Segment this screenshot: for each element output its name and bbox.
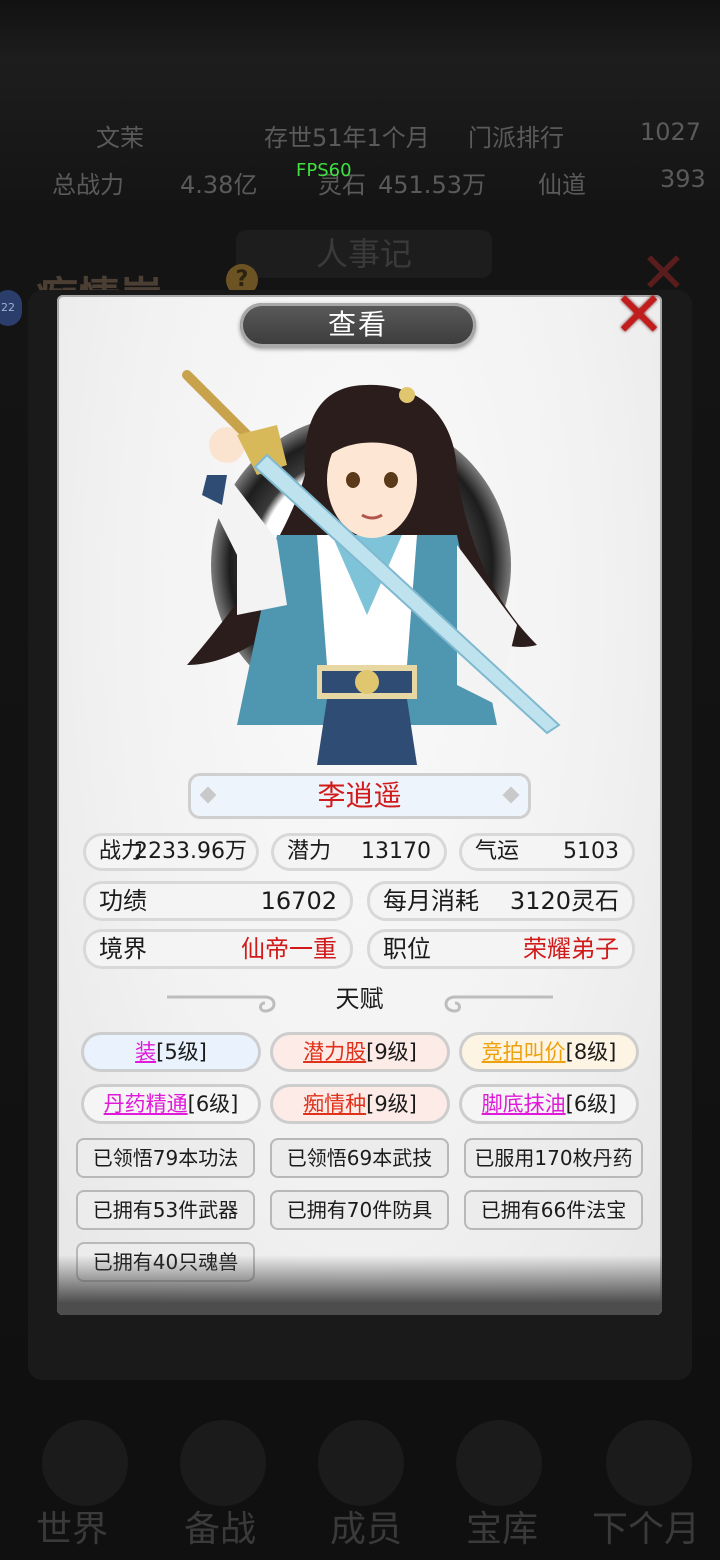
position-label: 职位 (383, 935, 431, 963)
character-view-dialog: 查看 李逍遥 战力 2233.96万 潜力 13170 气运 5103 功绩 1… (57, 295, 662, 1315)
character-name: 李逍遥 (188, 773, 531, 819)
bottom-cloud-ornament (57, 1255, 662, 1315)
merit-stat: 功绩 16702 (83, 881, 353, 921)
bg-power-value: 4.38亿 (180, 171, 258, 199)
monthly-cost-stat: 每月消耗 3120灵石 (367, 881, 635, 921)
bg-dao-label: 仙道 (538, 171, 586, 199)
bg-stone-value: 451.53万 (378, 171, 486, 199)
luck-value: 5103 (563, 839, 619, 864)
position-value: 荣耀弟子 (523, 935, 619, 963)
talent-1-name: 潜力股 (303, 1040, 367, 1064)
potential-stat: 潜力 13170 (271, 833, 447, 871)
potential-value: 13170 (361, 839, 431, 864)
left-diamond-ornament (199, 786, 217, 804)
talent-3-level: [6级] (187, 1092, 239, 1116)
bg-center-title: 人事记 (236, 230, 492, 278)
nav-treasury: 宝库 (466, 1509, 539, 1550)
talent-3-name: 丹药精通 (103, 1092, 188, 1116)
talent-title: 天赋 (335, 985, 384, 1013)
talent-4-level: [9级] (366, 1092, 417, 1116)
record-weapons: 已拥有53件武器 (76, 1190, 255, 1230)
talent-1[interactable]: 潜力股[9级] (270, 1032, 450, 1072)
talent-4[interactable]: 痴情种[9级] (270, 1084, 450, 1124)
talent-3[interactable]: 丹药精通[6级] (81, 1084, 261, 1124)
talent-2-level: [8级] (565, 1040, 617, 1064)
luck-stat: 气运 5103 (459, 833, 635, 871)
prepare-nav-icon (180, 1420, 266, 1506)
nav-members: 成员 (330, 1509, 403, 1550)
bg-age: 存世51年1个月 (264, 124, 430, 152)
realm-label: 境界 (99, 935, 147, 963)
monthly-cost-value: 3120灵石 (509, 887, 619, 915)
nav-prepare: 备战 (184, 1509, 257, 1550)
right-diamond-ornament (502, 786, 520, 804)
luck-label: 气运 (475, 839, 520, 864)
talent-2-name: 竞拍叫价 (481, 1040, 566, 1064)
world-nav-icon (42, 1420, 128, 1506)
character-portrait (182, 370, 561, 765)
dialog-title: 查看 (240, 303, 476, 347)
nav-next-month: 下个月 (592, 1509, 701, 1550)
close-icon[interactable]: ✕ (609, 284, 669, 346)
bg-rank-label: 门派排行 (468, 124, 564, 152)
bg-power-label: 总战力 (52, 171, 124, 199)
talent-5[interactable]: 脚底抹油[6级] (459, 1084, 639, 1124)
treasury-nav-icon (456, 1420, 542, 1506)
record-armor: 已拥有70件防具 (270, 1190, 449, 1230)
record-techniques: 已领悟79本功法 (76, 1138, 255, 1178)
combat-power-stat: 战力 2233.96万 (83, 833, 259, 871)
position-stat: 职位 荣耀弟子 (367, 929, 635, 969)
bg-badge: 22 (0, 290, 22, 326)
talent-5-name: 脚底抹油 (481, 1092, 566, 1116)
nav-world: 世界 (36, 1509, 109, 1550)
potential-label: 潜力 (287, 839, 332, 864)
bg-dao-value: 393 (660, 165, 706, 193)
right-swirl-ornament (444, 995, 553, 1013)
monthly-cost-label: 每月消耗 (383, 887, 479, 915)
talent-2[interactable]: 竞拍叫价[8级] (459, 1032, 639, 1072)
merit-value: 16702 (260, 887, 337, 915)
record-martial-skills: 已领悟69本武技 (270, 1138, 449, 1178)
combat-power-value: 2233.96万 (134, 839, 247, 864)
bg-rank-value: 1027 (640, 118, 702, 146)
fps-counter: FPS60 (296, 160, 352, 181)
merit-label: 功绩 (99, 887, 147, 915)
bg-sect-name: 文茉 (96, 124, 144, 152)
talent-0-name: 装 (135, 1040, 157, 1064)
talent-0[interactable]: 装[5级] (81, 1032, 261, 1072)
record-pills: 已服用170枚丹药 (464, 1138, 643, 1178)
realm-value: 仙帝一重 (241, 935, 337, 963)
talent-0-level: [5级] (156, 1040, 207, 1064)
talent-5-level: [6级] (565, 1092, 617, 1116)
members-nav-icon (318, 1420, 404, 1506)
talent-4-name: 痴情种 (303, 1092, 367, 1116)
next-month-nav-icon (606, 1420, 692, 1506)
character-name-text: 李逍遥 (317, 779, 402, 812)
record-treasures: 已拥有66件法宝 (464, 1190, 643, 1230)
talent-1-level: [9级] (366, 1040, 417, 1064)
realm-stat: 境界 仙帝一重 (83, 929, 353, 969)
